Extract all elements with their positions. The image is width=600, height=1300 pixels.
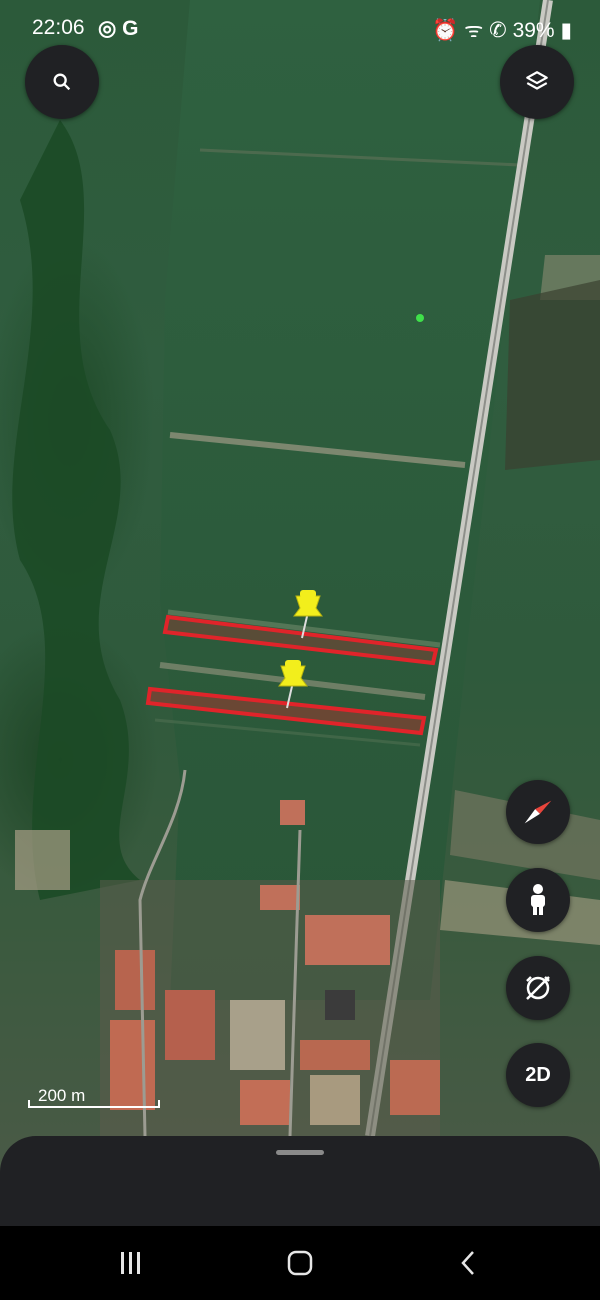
search-icon — [53, 73, 71, 91]
sheet-drag-handle[interactable] — [276, 1150, 324, 1155]
system-nav-bar — [0, 1226, 600, 1300]
scale-bar: 200 m — [28, 1086, 160, 1108]
layers-icon — [526, 71, 548, 90]
rotate-lock-icon — [526, 976, 550, 1000]
back-icon — [461, 1251, 474, 1275]
layers-button[interactable] — [500, 45, 574, 119]
view-mode-label: 2D — [525, 1063, 551, 1086]
battery-icon: ▮ — [560, 19, 572, 42]
satellite-map[interactable] — [0, 0, 600, 1226]
scale-line — [28, 1100, 160, 1108]
recents-button[interactable] — [111, 1246, 151, 1280]
home-icon — [287, 1250, 313, 1276]
street-view-button[interactable] — [506, 868, 570, 932]
back-button[interactable] — [448, 1246, 488, 1280]
home-button[interactable] — [280, 1246, 320, 1280]
compass-icon — [524, 800, 552, 824]
compass-button[interactable] — [506, 780, 570, 844]
battery-percentage: 39% — [512, 19, 555, 42]
view-mode-toggle[interactable]: 2D — [506, 1043, 570, 1107]
recents-icon — [121, 1252, 140, 1274]
pegman-icon — [531, 884, 545, 915]
status-time: 22:06 — [32, 16, 85, 39]
status-bar: 22:06 ◎ G ⏰ ᯤ ✆ 39% ▮ — [0, 0, 600, 56]
bottom-sheet[interactable] — [0, 1136, 600, 1226]
status-right-group: ⏰ ᯤ ✆ 39% ▮ — [432, 16, 572, 44]
status-icons: ⏰ ᯤ ✆ — [432, 19, 507, 42]
rotation-lock-button[interactable] — [506, 956, 570, 1020]
map-imagery — [12, 0, 600, 1137]
search-button[interactable] — [25, 45, 99, 119]
status-left-icons: ◎ G — [98, 17, 139, 40]
